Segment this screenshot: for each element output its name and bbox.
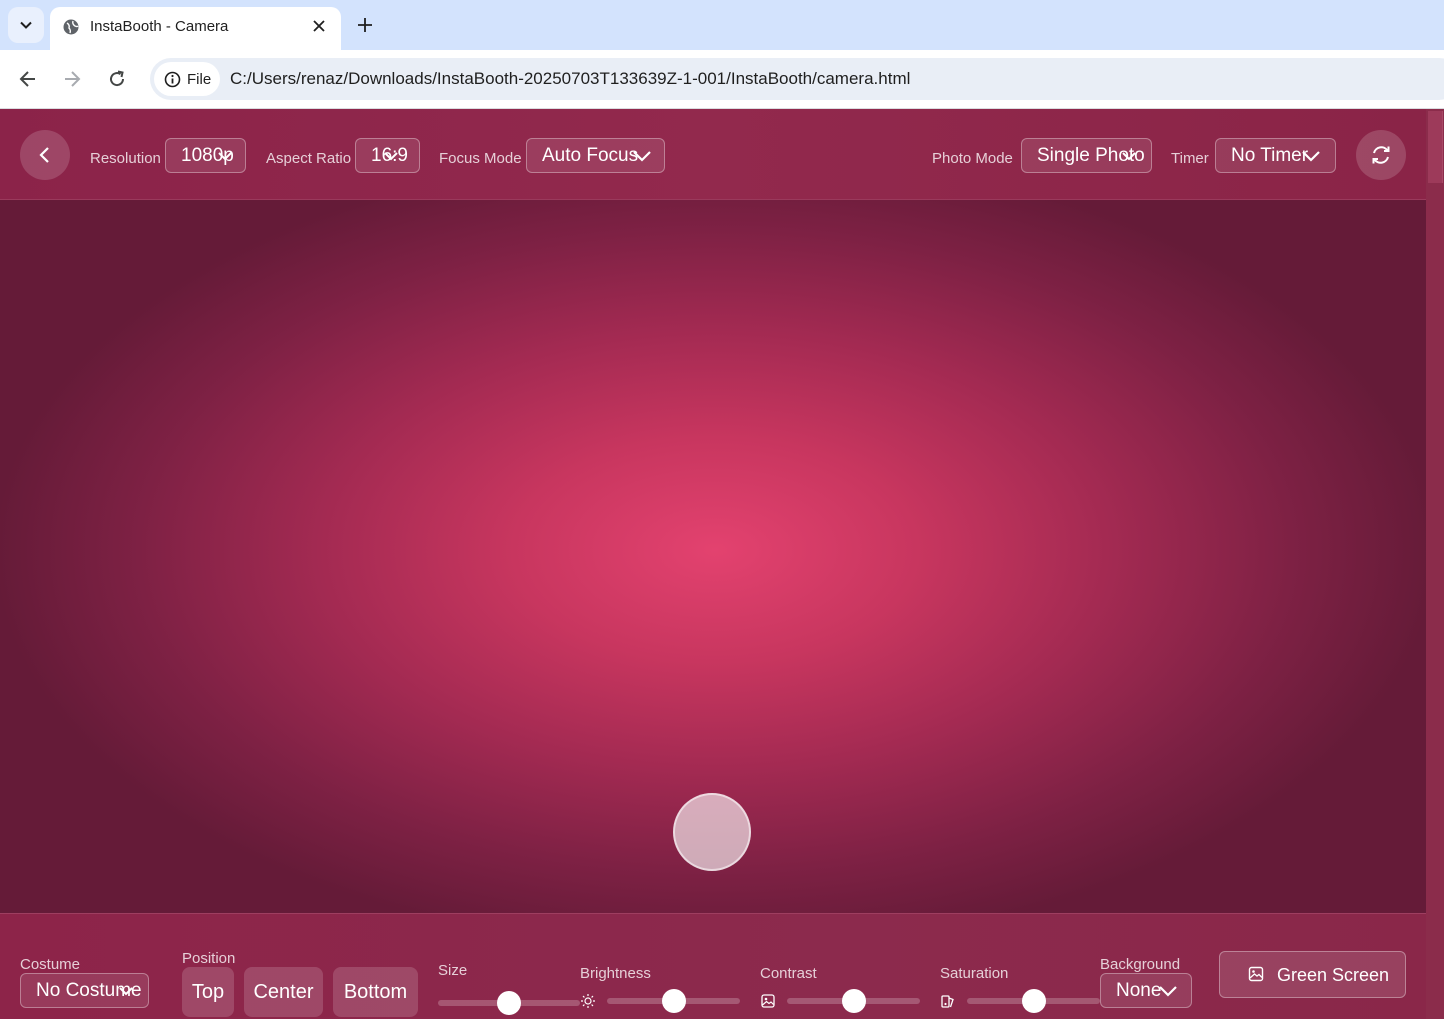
slider-thumb[interactable] — [661, 989, 686, 1013]
chevron-down-icon — [384, 152, 398, 161]
chevron-down-icon — [119, 987, 133, 996]
arrow-right-icon — [65, 71, 81, 87]
tab-search-button[interactable] — [8, 7, 44, 43]
camera-top-bar: Resolution 1080p Aspect Ratio 16:9 Focus… — [0, 109, 1426, 200]
brightness-label: Brightness — [580, 965, 651, 982]
position-top-button[interactable]: Top — [182, 967, 234, 1017]
back-button[interactable] — [20, 130, 70, 180]
switch-camera-button[interactable] — [1356, 130, 1406, 180]
position-bottom-button[interactable]: Bottom — [333, 967, 418, 1017]
photo-mode-select[interactable]: Single Photo — [1021, 138, 1152, 173]
size-slider[interactable] — [438, 991, 580, 1015]
chevron-down-icon — [1122, 152, 1136, 161]
green-screen-button[interactable]: Green Screen — [1219, 951, 1406, 998]
url-text[interactable]: C:/Users/renaz/Downloads/InstaBooth-2025… — [230, 69, 910, 89]
resolution-select[interactable]: 1080p — [165, 138, 246, 173]
camera-preview — [0, 200, 1426, 913]
page-scrollbar[interactable] — [1426, 109, 1444, 1019]
timer-select[interactable]: No Timer — [1215, 138, 1336, 173]
reload-button[interactable] — [103, 65, 131, 93]
slider-thumb[interactable] — [841, 989, 866, 1013]
plus-icon — [358, 18, 372, 32]
costume-label: Costume — [20, 956, 81, 973]
slider-thumb[interactable] — [1021, 989, 1046, 1013]
saturation-label: Saturation — [940, 965, 1009, 982]
focus-mode-select[interactable]: Auto Focus — [526, 138, 665, 173]
chevron-down-icon — [218, 152, 232, 161]
aspect-ratio-select[interactable]: 16:9 — [355, 138, 420, 173]
image-icon — [761, 994, 775, 1008]
camera-page: Resolution 1080p Aspect Ratio 16:9 Focus… — [0, 109, 1444, 1019]
focus-mode-value: Auto Focus — [542, 145, 639, 166]
info-icon — [164, 71, 181, 87]
green-screen-label: Green Screen — [1277, 965, 1390, 985]
position-label: Position — [182, 950, 236, 967]
photo-mode-label: Photo Mode — [932, 150, 1013, 167]
background-label: Background — [1100, 956, 1181, 973]
camera-bottom-bar: Costume No Costume Position Top Center B… — [0, 913, 1426, 1019]
chevron-down-icon — [1302, 151, 1320, 162]
back-nav-button[interactable] — [14, 65, 42, 93]
slider-thumb[interactable] — [497, 991, 521, 1015]
tab-title: InstaBooth - Camera — [90, 18, 229, 35]
contrast-slider[interactable] — [787, 989, 920, 1013]
aspect-ratio-label: Aspect Ratio — [266, 150, 352, 167]
site-info-chip[interactable]: File — [154, 62, 220, 96]
chevron-down-icon — [1159, 986, 1177, 997]
background-select[interactable]: None — [1100, 973, 1192, 1008]
resolution-label: Resolution — [90, 150, 161, 167]
chevron-down-icon — [633, 151, 651, 162]
sun-icon — [581, 994, 595, 1008]
timer-label: Timer — [1171, 150, 1209, 167]
tab-close-button[interactable] — [308, 15, 330, 37]
site-chip-label: File — [187, 70, 212, 88]
browser-toolbar: File C:/Users/renaz/Downloads/InstaBooth… — [0, 50, 1444, 109]
address-bar[interactable]: File C:/Users/renaz/Downloads/InstaBooth… — [150, 58, 1444, 100]
close-icon — [313, 20, 325, 32]
forward-nav-button[interactable] — [58, 65, 86, 93]
timer-value: No Timer — [1231, 145, 1309, 166]
capture-button[interactable] — [673, 793, 751, 871]
costume-select[interactable]: No Costume — [20, 973, 149, 1008]
image-icon — [1248, 966, 1264, 982]
browser-tab-active[interactable]: InstaBooth - Camera — [50, 7, 341, 50]
new-tab-button[interactable] — [352, 12, 378, 38]
arrow-left-icon — [19, 71, 35, 87]
globe-icon — [63, 19, 79, 35]
chevron-down-icon — [20, 21, 32, 29]
focus-mode-label: Focus Mode — [439, 150, 522, 167]
chevron-left-icon — [39, 147, 49, 163]
contrast-label: Contrast — [760, 965, 817, 982]
scrollbar-thumb[interactable] — [1428, 111, 1443, 183]
brightness-slider[interactable] — [607, 989, 740, 1013]
background-value: None — [1116, 980, 1162, 1001]
saturation-slider[interactable] — [967, 989, 1100, 1013]
browser-tabstrip: InstaBooth - Camera — [0, 0, 1444, 50]
reload-icon — [110, 70, 125, 87]
palette-icon — [941, 995, 954, 1008]
position-center-button[interactable]: Center — [244, 967, 323, 1017]
size-label: Size — [438, 962, 468, 979]
refresh-icon — [1372, 146, 1390, 164]
